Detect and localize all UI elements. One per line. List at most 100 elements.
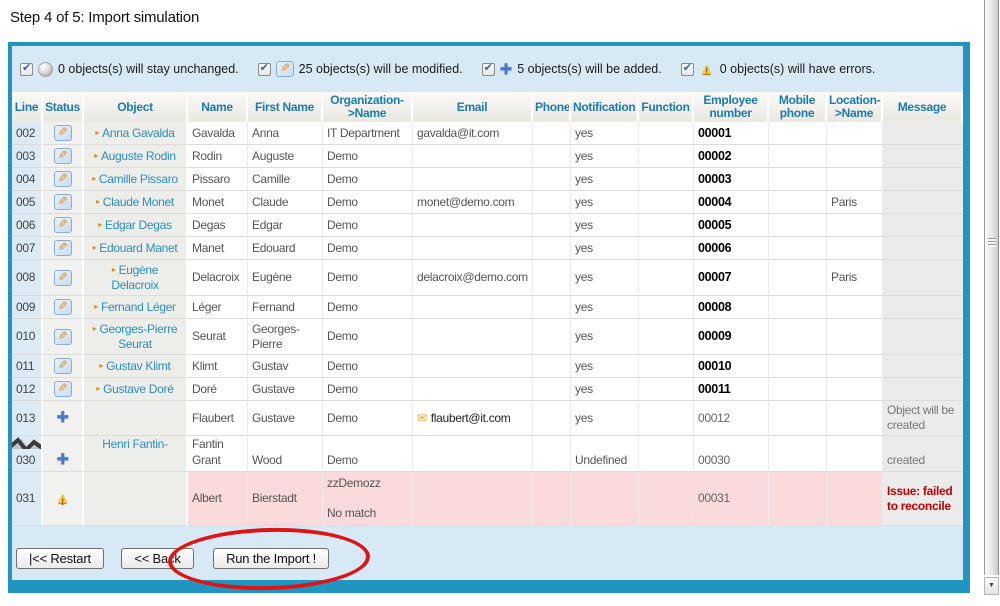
scrollbar-down-arrow-icon[interactable]: ▼ [984, 577, 999, 595]
object-link[interactable]: Claude Monet [103, 195, 174, 209]
cell-message [883, 319, 963, 355]
cell-mobile_phone [769, 296, 827, 319]
column-header-message: Message [883, 92, 963, 122]
modified-pencil-icon: ✎ [54, 171, 72, 187]
run-import-button[interactable]: Run the Import ! [213, 548, 329, 569]
cell-location [827, 449, 883, 472]
cell-first_name: Gustave [248, 378, 323, 401]
cell-location [827, 145, 883, 168]
cell-mobile_phone [769, 168, 827, 191]
cell-object: ▸Edgar Degas [84, 214, 188, 237]
modified-pencil-icon: ✎ [54, 240, 72, 256]
column-header-phone: Phone [533, 92, 571, 122]
object-link[interactable]: Camille Pissaro [99, 172, 178, 186]
cell-employee_number: 00002 [694, 145, 769, 168]
cell-notification: yes [571, 355, 639, 378]
cell-notification: yes [571, 401, 639, 436]
object-link[interactable]: Eugène Delacroix [111, 263, 158, 292]
cell-notification: yes [571, 296, 639, 319]
table-header-row: LineStatusObjectNameFirst NameOrganizati… [12, 92, 963, 122]
modified-pencil-icon: ✎ [276, 61, 294, 77]
cell-email [413, 145, 533, 168]
back-button[interactable]: << Back [121, 548, 193, 569]
cell-object: ▸Auguste Rodin [84, 145, 188, 168]
cell-employee_number: 00005 [694, 214, 769, 237]
object-link[interactable]: Anna Gavalda [102, 126, 174, 140]
cell-message [883, 378, 963, 401]
cell-phone [533, 472, 571, 526]
cell-status: ✎ [43, 355, 84, 378]
cell-phone [533, 436, 571, 449]
cell-status: ✎ [43, 260, 84, 296]
cell-organization: Demo [323, 449, 413, 472]
cell-organization: Demo [323, 355, 413, 378]
object-link[interactable]: Edouard Manet [99, 241, 177, 255]
cell-mobile_phone [769, 191, 827, 214]
cell-mobile_phone [769, 472, 827, 526]
cell-first_name: Camille [248, 168, 323, 191]
cell-message [883, 237, 963, 260]
cell-line: 005 [12, 191, 43, 214]
cell-phone [533, 378, 571, 401]
object-link[interactable]: Fernand Léger [101, 300, 176, 314]
cell-organization: Demo [323, 378, 413, 401]
bullet-icon: ▸ [93, 324, 97, 333]
cell-phone [533, 145, 571, 168]
cell-employee_number: 00006 [694, 237, 769, 260]
cell-notification: yes [571, 214, 639, 237]
cell-message [883, 168, 963, 191]
object-link[interactable]: Edgar Degas [105, 218, 172, 232]
object-link[interactable]: Auguste Rodin [101, 149, 176, 163]
cell-function [639, 168, 694, 191]
bullet-icon: ▸ [93, 243, 97, 252]
object-link[interactable]: Georges-Pierre Seurat [99, 322, 177, 351]
table-body: 002✎▸Anna GavaldaGavaldaAnnaIT Departmen… [12, 122, 963, 526]
errors-checkbox[interactable] [681, 63, 694, 76]
added-checkbox[interactable] [482, 63, 495, 76]
cell-employee_number: 00030 [694, 449, 769, 472]
cell-object: ▸Anna Gavalda [84, 122, 188, 145]
cell-object: ▸Fernand Léger [84, 296, 188, 319]
cell-organization: Demo [323, 401, 413, 436]
cell-organization: zzDemozz No match [323, 472, 413, 526]
modified-pencil-icon: ✎ [54, 270, 72, 286]
unchanged-checkbox[interactable] [20, 63, 33, 76]
cell-phone [533, 401, 571, 436]
cell-employee_number: 00009 [694, 319, 769, 355]
object-link[interactable]: Gustave Doré [103, 382, 173, 396]
cell-status: ✎ [43, 237, 84, 260]
cell-line: 004 [12, 168, 43, 191]
restart-button[interactable]: |<< Restart [16, 548, 104, 569]
summary-item-unchanged: 0 objects(s) will stay unchanged. [20, 62, 239, 77]
cell-name: Delacroix [188, 260, 248, 296]
cell-status: ✎ [43, 168, 84, 191]
cell-message [883, 296, 963, 319]
modified-pencil-icon: ✎ [54, 217, 72, 233]
object-link[interactable]: Gustav Klimt [106, 359, 170, 373]
cell-object: ▸Eugène Delacroix [84, 260, 188, 296]
cell-function [639, 214, 694, 237]
cell-name: Flaubert [188, 401, 248, 436]
cell-location [827, 355, 883, 378]
cell-object: ▸Edouard Manet [84, 237, 188, 260]
window-scrollbar[interactable] [984, 0, 999, 575]
cell-name: Grant [188, 449, 248, 472]
cell-organization [323, 436, 413, 449]
table-row: 003✎▸Auguste RodinRodinAugusteDemoyes000… [12, 145, 963, 168]
modified-pencil-icon: ✎ [54, 299, 72, 315]
summary-item-errors: ▲! 0 objects(s) will have errors. [681, 62, 876, 77]
cell-location [827, 168, 883, 191]
cell-email [413, 296, 533, 319]
cell-function [639, 296, 694, 319]
cell-line: 009 [12, 296, 43, 319]
import-simulation-panel: 0 objects(s) will stay unchanged. ✎ 25 o… [8, 42, 970, 593]
table-row: 004✎▸Camille PissaroPissaroCamilleDemoye… [12, 168, 963, 191]
column-header-status: Status [43, 92, 84, 122]
cell-phone [533, 449, 571, 472]
modified-checkbox[interactable] [258, 63, 271, 76]
cell-employee_number: 00003 [694, 168, 769, 191]
cell-notification: yes [571, 168, 639, 191]
cell-notification: yes [571, 145, 639, 168]
scrollbar-grip-icon[interactable] [988, 238, 996, 247]
cell-name: Manet [188, 237, 248, 260]
